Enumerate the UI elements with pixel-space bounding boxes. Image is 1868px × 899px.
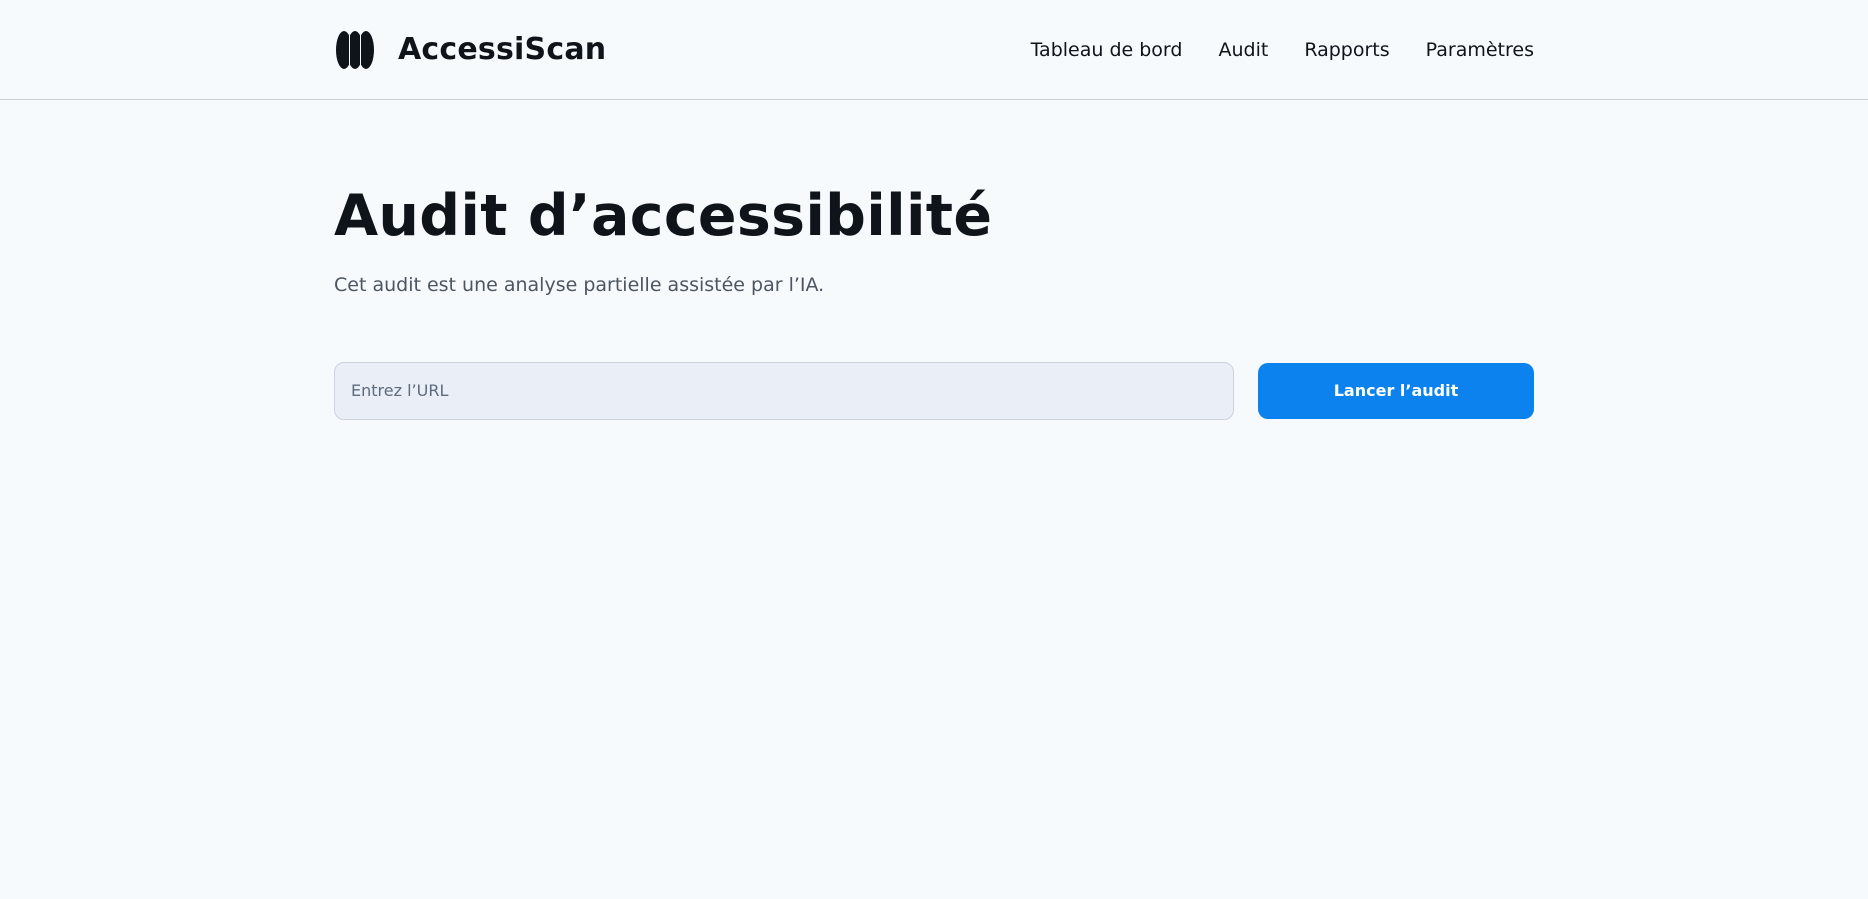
nav-item-dashboard[interactable]: Tableau de bord xyxy=(1031,39,1183,61)
three-ovals-logo-icon xyxy=(336,30,374,70)
nav-item-reports[interactable]: Rapports xyxy=(1304,39,1389,61)
page-title: Audit d’accessibilité xyxy=(334,183,993,249)
url-input[interactable] xyxy=(334,361,1234,420)
header-inner: AccessiScan Tableau de bord Audit Rappor… xyxy=(334,0,1534,99)
nav-item-audit[interactable]: Audit xyxy=(1218,39,1268,61)
brand[interactable]: AccessiScan xyxy=(336,30,606,70)
main-content: Audit d’accessibilité Cet audit est une … xyxy=(334,100,1534,420)
launch-audit-button[interactable]: Lancer l’audit xyxy=(1258,362,1534,419)
nav-item-settings[interactable]: Paramètres xyxy=(1426,39,1534,61)
brand-name: AccessiScan xyxy=(398,32,607,67)
audit-form: Lancer l’audit xyxy=(334,361,1534,420)
page-subtitle: Cet audit est une analyse partielle assi… xyxy=(334,273,825,296)
top-header: AccessiScan Tableau de bord Audit Rappor… xyxy=(0,0,1868,100)
main-nav: Tableau de bord Audit Rapports Paramètre… xyxy=(1031,39,1534,61)
